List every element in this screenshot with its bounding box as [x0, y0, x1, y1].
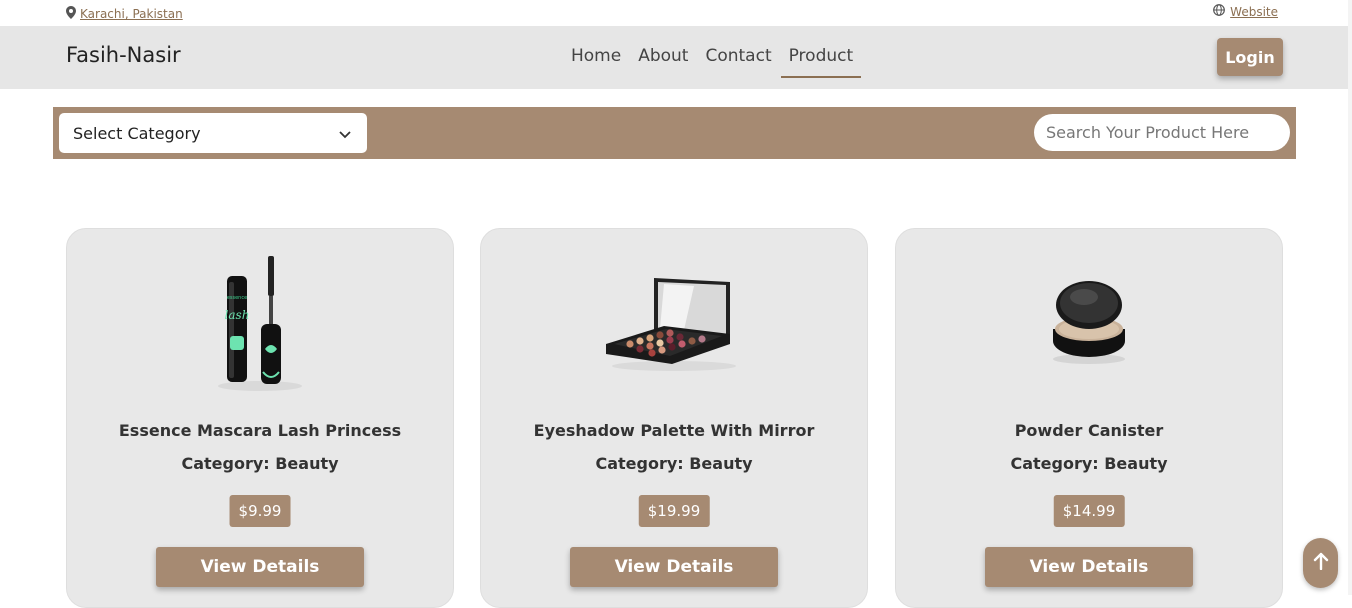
category-select-value: Select Category	[73, 123, 201, 143]
nav-product[interactable]: Product	[780, 42, 862, 78]
location-text: Karachi, Pakistan	[80, 7, 183, 21]
product-title: Eyeshadow Palette With Mirror	[533, 421, 815, 440]
product-card: Eyeshadow Palette With Mirror Category: …	[480, 228, 868, 608]
website-text: Website	[1230, 4, 1278, 19]
map-pin-icon	[66, 6, 76, 22]
product-price: $19.99	[638, 495, 710, 527]
view-details-button[interactable]: View Details	[985, 547, 1193, 587]
brand-logo[interactable]: Fasih-Nasir	[66, 43, 181, 67]
product-title: Essence Mascara Lash Princess	[118, 421, 402, 440]
nav-contact[interactable]: Contact	[697, 42, 779, 78]
scrollbar-track[interactable]	[1348, 0, 1352, 595]
mascara-image: essence lash	[218, 256, 302, 391]
product-price: $9.99	[229, 495, 291, 527]
product-image[interactable]	[481, 249, 867, 399]
powder-canister-image	[1053, 281, 1125, 364]
navbar: Fasih-Nasir Home About Contact Product L…	[0, 26, 1352, 89]
globe-icon	[1213, 4, 1226, 19]
top-info-bar: Karachi, Pakistan Website	[0, 0, 1352, 26]
scroll-to-top-button[interactable]	[1303, 538, 1338, 588]
product-title: Powder Canister	[1014, 421, 1164, 440]
chevron-down-icon	[339, 124, 351, 143]
category-select[interactable]: Select Category	[59, 113, 367, 153]
product-card: Powder Canister Category: Beauty $14.99 …	[895, 228, 1283, 608]
product-category: Category: Beauty	[1010, 454, 1168, 473]
product-category: Category: Beauty	[595, 454, 753, 473]
product-card: essence lash Essence Mascara Lash Prince…	[66, 228, 454, 608]
product-price: $14.99	[1053, 495, 1125, 527]
view-details-button[interactable]: View Details	[156, 547, 364, 587]
svg-text:lash: lash	[225, 308, 250, 322]
arrow-up-icon	[1313, 552, 1329, 574]
view-details-button[interactable]: View Details	[570, 547, 778, 587]
login-button[interactable]: Login	[1217, 38, 1283, 76]
eyeshadow-palette-image	[606, 278, 736, 371]
product-image[interactable]	[896, 249, 1282, 399]
location-link[interactable]: Karachi, Pakistan	[66, 6, 183, 22]
search-input[interactable]	[1034, 114, 1290, 151]
website-link[interactable]: Website	[1213, 4, 1278, 19]
svg-text:essence: essence	[227, 295, 247, 301]
product-image[interactable]: essence lash	[67, 249, 453, 399]
product-category: Category: Beauty	[181, 454, 339, 473]
filter-bar: Select Category	[53, 107, 1296, 159]
nav-home[interactable]: Home	[563, 42, 629, 78]
main-nav: Home About Contact Product	[563, 42, 862, 78]
nav-about[interactable]: About	[630, 42, 696, 78]
